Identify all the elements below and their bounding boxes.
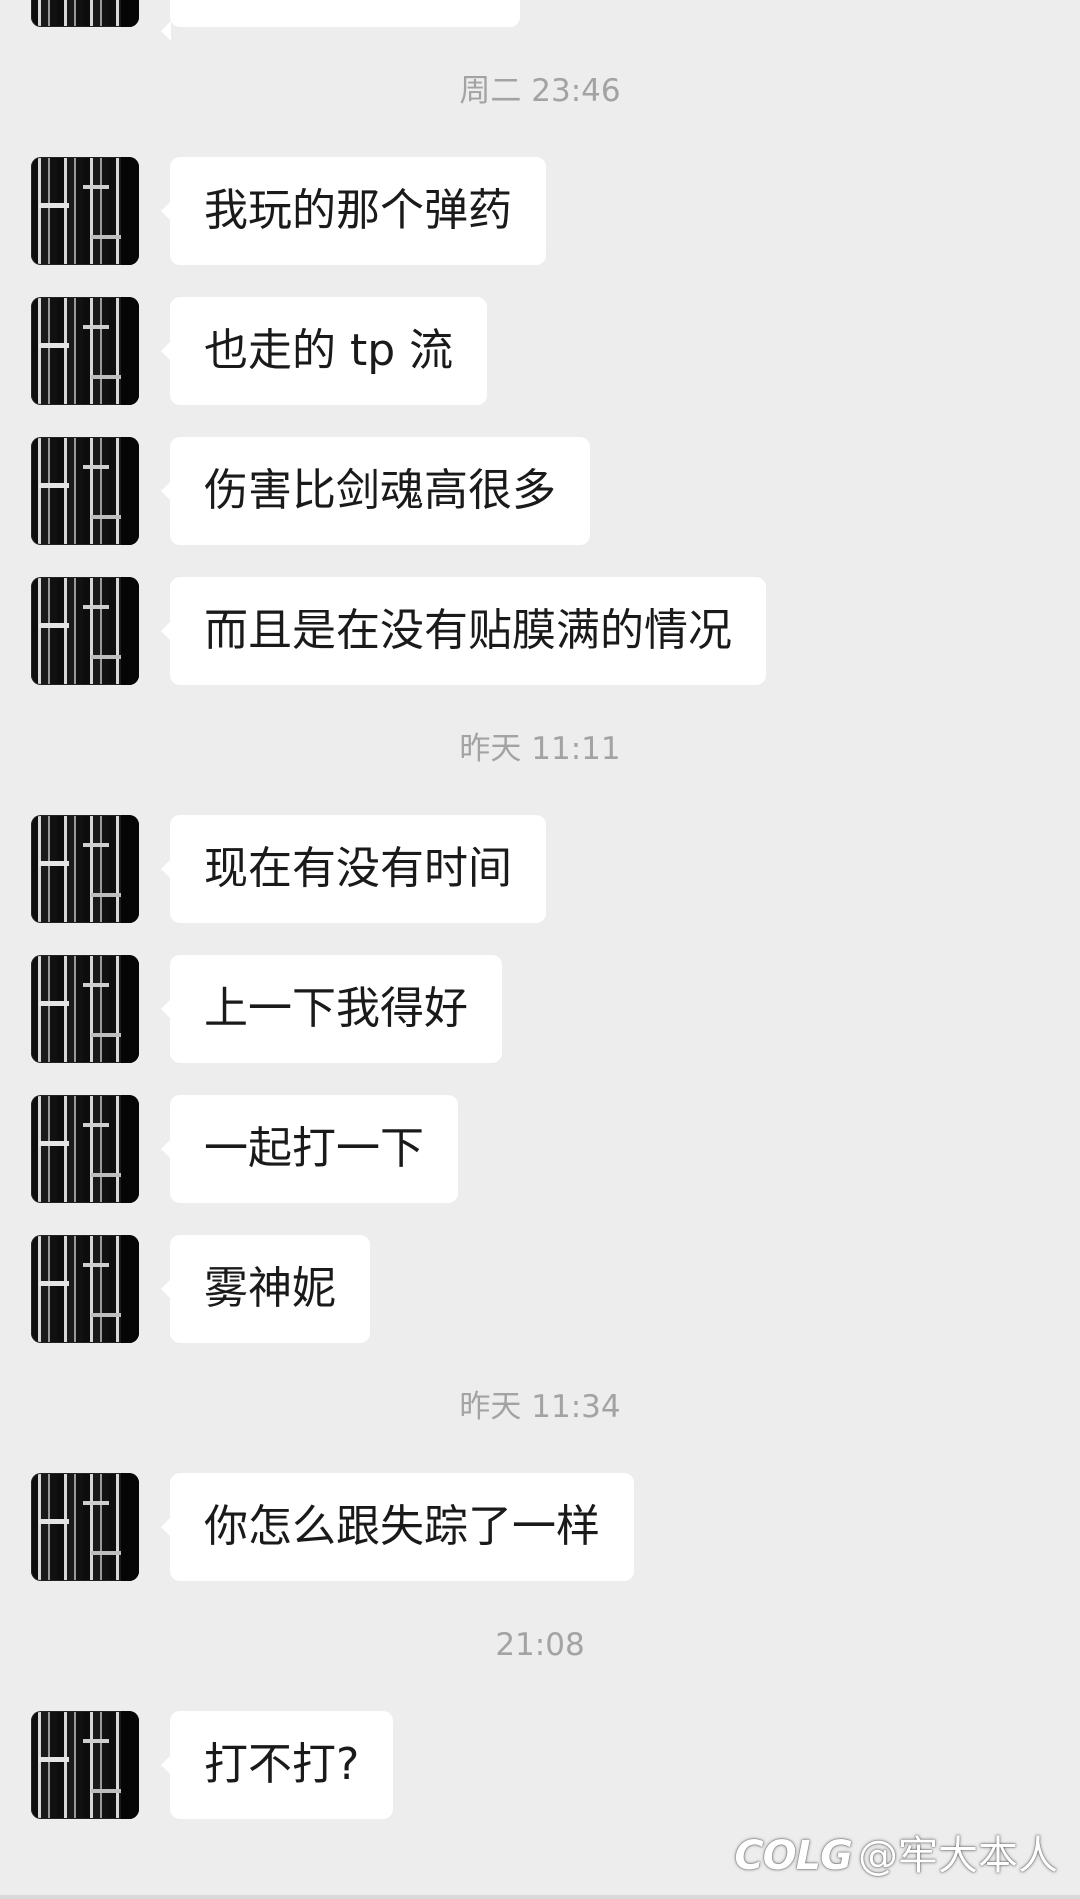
contact-avatar[interactable] <box>31 157 139 265</box>
contact-avatar[interactable] <box>31 1095 139 1203</box>
colg-logo: COLG <box>734 1833 853 1879</box>
contact-avatar[interactable] <box>31 1235 139 1343</box>
contact-avatar[interactable] <box>31 437 139 545</box>
message-row: 你怎么跟失踪了一样 <box>0 1473 1080 1581</box>
timestamp: 昨天 11:34 <box>459 1389 621 1425</box>
contact-avatar[interactable] <box>31 0 139 27</box>
message-bubble[interactable]: 你怎么跟失踪了一样 <box>161 1473 634 1581</box>
message-bubble[interactable]: 一起打一下 <box>161 1095 458 1203</box>
message-bubble[interactable]: 而且是在没有贴膜满的情况 <box>161 577 766 685</box>
message-row: 一起打一下 <box>0 1095 1080 1203</box>
message-row: 也走的 tp 流 <box>0 297 1080 405</box>
message-bubble[interactable]: 现在有没有时间 <box>161 815 546 923</box>
message-row-partial <box>0 0 1080 41</box>
timestamp: 昨天 11:11 <box>459 731 621 767</box>
contact-avatar[interactable] <box>31 815 139 923</box>
message-row: 而且是在没有贴膜满的情况 <box>0 577 1080 685</box>
message-bubble[interactable]: 打不打? <box>160 1711 394 1819</box>
watermark-handle: @牢大本人 <box>858 1833 1058 1879</box>
message-row: 现在有没有时间 <box>0 815 1080 923</box>
message-row: 雾神妮 <box>0 1235 1080 1343</box>
timestamp: 21:08 <box>495 1627 585 1663</box>
bottom-divider <box>0 1895 1080 1899</box>
message-bubble[interactable]: 雾神妮 <box>161 1235 370 1343</box>
watermark: COLG @牢大本人 <box>734 1823 1058 1881</box>
message-bubble[interactable]: 我玩的那个弹药 <box>161 157 546 265</box>
message-row: 伤害比剑魂高很多 <box>0 437 1080 545</box>
contact-avatar[interactable] <box>31 1473 139 1581</box>
message-bubble[interactable]: 也走的 tp 流 <box>160 297 488 405</box>
contact-avatar[interactable] <box>31 955 139 1063</box>
message-row: 打不打? <box>0 1711 1080 1819</box>
message-row: 我玩的那个弹药 <box>0 157 1080 265</box>
message-bubble[interactable]: 上一下我得好 <box>161 955 502 1063</box>
contact-avatar[interactable] <box>31 297 139 405</box>
timestamp: 周二 23:46 <box>459 73 621 109</box>
contact-avatar[interactable] <box>31 1711 139 1819</box>
chat-message-list[interactable]: 周二 23:46 我玩的那个弹药 也走的 tp 流 伤害比剑魂高很多 而且是在没… <box>0 0 1080 1851</box>
contact-avatar[interactable] <box>31 577 139 685</box>
message-row: 上一下我得好 <box>0 955 1080 1063</box>
message-bubble[interactable]: 伤害比剑魂高很多 <box>161 437 590 545</box>
message-bubble-partial[interactable] <box>161 0 520 41</box>
